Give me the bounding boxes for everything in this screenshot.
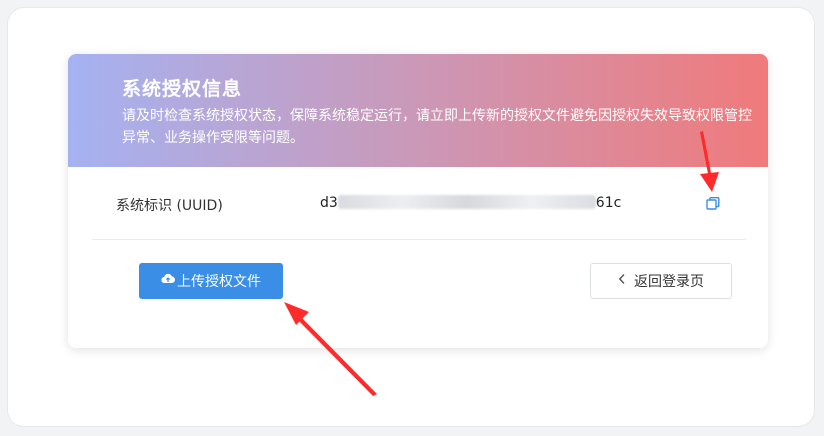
card-header: 系统授权信息 请及时检查系统授权状态，保障系统稳定运行，请立即上传新的授权文件避… bbox=[68, 54, 768, 167]
chevron-left-icon bbox=[618, 273, 626, 289]
uuid-row: 系统标识 (UUID) d3 61c bbox=[92, 167, 746, 240]
cloud-upload-icon bbox=[161, 273, 176, 289]
card-title: 系统授权信息 bbox=[122, 78, 243, 100]
uuid-value-prefix: d3 bbox=[320, 195, 338, 211]
uuid-label: 系统标识 (UUID) bbox=[116, 198, 223, 214]
uuid-value: d3 61c bbox=[320, 195, 621, 211]
uuid-value-suffix: 61c bbox=[595, 195, 622, 211]
back-to-login-button[interactable]: 返回登录页 bbox=[590, 263, 732, 299]
uuid-redacted-blur bbox=[337, 195, 596, 209]
card-description: 请及时检查系统授权状态，保障系统稳定运行，请立即上传新的授权文件避免因授权失效导… bbox=[122, 108, 752, 146]
copy-icon[interactable] bbox=[704, 195, 722, 213]
license-card: 系统授权信息 请及时检查系统授权状态，保障系统稳定运行，请立即上传新的授权文件避… bbox=[68, 54, 768, 348]
upload-license-button[interactable]: 上传授权文件 bbox=[139, 263, 283, 299]
back-button-label: 返回登录页 bbox=[634, 274, 704, 290]
upload-button-label: 上传授权文件 bbox=[177, 274, 261, 290]
